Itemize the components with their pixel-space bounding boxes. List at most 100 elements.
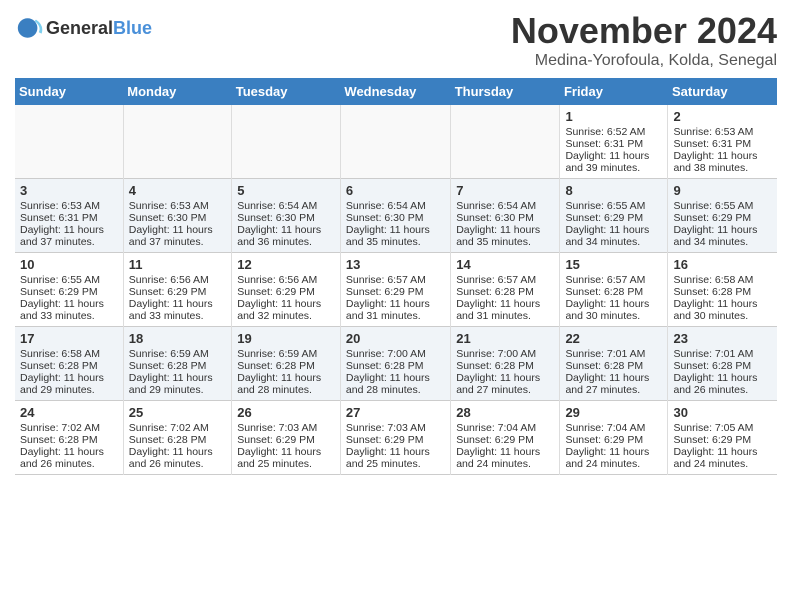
calendar-cell-1-2: 5 Sunrise: 6:54 AM Sunset: 6:30 PM Daylig… bbox=[232, 179, 341, 253]
day-number: 4 bbox=[129, 183, 226, 198]
day-info: Sunrise: 6:56 AM Sunset: 6:29 PM Dayligh… bbox=[129, 274, 213, 322]
header-saturday: Saturday bbox=[668, 78, 777, 105]
calendar-cell-3-6: 23 Sunrise: 7:01 AM Sunset: 6:28 PM Dayli… bbox=[668, 327, 777, 401]
calendar-table: Sunday Monday Tuesday Wednesday Thursday… bbox=[15, 78, 777, 475]
calendar-row-4: 24 Sunrise: 7:02 AM Sunset: 6:28 PM Dayli… bbox=[15, 401, 777, 475]
day-info: Sunrise: 6:53 AM Sunset: 6:30 PM Dayligh… bbox=[129, 200, 213, 248]
day-info: Sunrise: 7:02 AM Sunset: 6:28 PM Dayligh… bbox=[129, 422, 213, 470]
logo-icon bbox=[15, 14, 43, 42]
day-number: 26 bbox=[237, 405, 335, 420]
day-number: 27 bbox=[346, 405, 445, 420]
header-wednesday: Wednesday bbox=[340, 78, 450, 105]
day-info: Sunrise: 6:52 AM Sunset: 6:31 PM Dayligh… bbox=[565, 126, 649, 174]
calendar-body: 1 Sunrise: 6:52 AM Sunset: 6:31 PM Daylig… bbox=[15, 105, 777, 475]
day-number: 12 bbox=[237, 257, 335, 272]
calendar-cell-2-5: 15 Sunrise: 6:57 AM Sunset: 6:28 PM Dayli… bbox=[560, 253, 668, 327]
day-number: 11 bbox=[129, 257, 226, 272]
calendar-cell-2-6: 16 Sunrise: 6:58 AM Sunset: 6:28 PM Dayli… bbox=[668, 253, 777, 327]
day-info: Sunrise: 7:00 AM Sunset: 6:28 PM Dayligh… bbox=[456, 348, 540, 396]
calendar-cell-3-1: 18 Sunrise: 6:59 AM Sunset: 6:28 PM Dayli… bbox=[123, 327, 231, 401]
day-info: Sunrise: 6:57 AM Sunset: 6:28 PM Dayligh… bbox=[456, 274, 540, 322]
logo-general: General bbox=[46, 18, 113, 38]
header-tuesday: Tuesday bbox=[232, 78, 341, 105]
day-info: Sunrise: 7:00 AM Sunset: 6:28 PM Dayligh… bbox=[346, 348, 430, 396]
calendar-row-0: 1 Sunrise: 6:52 AM Sunset: 6:31 PM Daylig… bbox=[15, 105, 777, 179]
calendar-cell-0-6: 2 Sunrise: 6:53 AM Sunset: 6:31 PM Daylig… bbox=[668, 105, 777, 179]
calendar-cell-1-4: 7Sunrise: 6:54 AM Sunset: 6:30 PM Daylig… bbox=[451, 179, 560, 253]
day-number: 30 bbox=[673, 405, 772, 420]
day-info: Sunrise: 6:55 AM Sunset: 6:29 PM Dayligh… bbox=[565, 200, 649, 248]
calendar-cell-0-4 bbox=[451, 105, 560, 179]
logo-blue: Blue bbox=[113, 18, 152, 38]
location-title: Medina-Yorofoula, Kolda, Senegal bbox=[511, 52, 777, 70]
day-number: 21 bbox=[456, 331, 554, 346]
calendar-cell-2-3: 13Sunrise: 6:57 AM Sunset: 6:29 PM Dayli… bbox=[340, 253, 450, 327]
day-number: 3 bbox=[20, 183, 118, 198]
calendar-cell-0-1 bbox=[123, 105, 231, 179]
day-number: 20 bbox=[346, 331, 445, 346]
day-number: 13 bbox=[346, 257, 445, 272]
calendar-cell-2-1: 11 Sunrise: 6:56 AM Sunset: 6:29 PM Dayli… bbox=[123, 253, 231, 327]
day-info: Sunrise: 6:57 AM Sunset: 6:28 PM Dayligh… bbox=[565, 274, 649, 322]
calendar-cell-2-0: 10Sunrise: 6:55 AM Sunset: 6:29 PM Dayli… bbox=[15, 253, 123, 327]
calendar-cell-0-2 bbox=[232, 105, 341, 179]
logo: GeneralBlue bbox=[15, 14, 152, 42]
day-number: 15 bbox=[565, 257, 662, 272]
day-number: 18 bbox=[129, 331, 226, 346]
day-info: Sunrise: 7:05 AM Sunset: 6:29 PM Dayligh… bbox=[673, 422, 757, 470]
header-sunday: Sunday bbox=[15, 78, 123, 105]
calendar-cell-0-0 bbox=[15, 105, 123, 179]
calendar-cell-1-1: 4 Sunrise: 6:53 AM Sunset: 6:30 PM Daylig… bbox=[123, 179, 231, 253]
calendar-cell-4-0: 24Sunrise: 7:02 AM Sunset: 6:28 PM Dayli… bbox=[15, 401, 123, 475]
calendar-cell-3-2: 19 Sunrise: 6:59 AM Sunset: 6:28 PM Dayli… bbox=[232, 327, 341, 401]
day-info: Sunrise: 6:54 AM Sunset: 6:30 PM Dayligh… bbox=[237, 200, 321, 248]
day-number: 6 bbox=[346, 183, 445, 198]
day-info: Sunrise: 6:56 AM Sunset: 6:29 PM Dayligh… bbox=[237, 274, 321, 322]
day-number: 22 bbox=[565, 331, 662, 346]
calendar-cell-0-3 bbox=[340, 105, 450, 179]
calendar-cell-3-5: 22Sunrise: 7:01 AM Sunset: 6:28 PM Dayli… bbox=[560, 327, 668, 401]
day-info: Sunrise: 7:03 AM Sunset: 6:29 PM Dayligh… bbox=[346, 422, 430, 470]
day-info: Sunrise: 6:55 AM Sunset: 6:29 PM Dayligh… bbox=[20, 274, 104, 322]
calendar-cell-2-2: 12 Sunrise: 6:56 AM Sunset: 6:29 PM Dayli… bbox=[232, 253, 341, 327]
calendar-cell-4-5: 29 Sunrise: 7:04 AM Sunset: 6:29 PM Dayli… bbox=[560, 401, 668, 475]
calendar-cell-4-4: 28Sunrise: 7:04 AM Sunset: 6:29 PM Dayli… bbox=[451, 401, 560, 475]
day-info: Sunrise: 6:53 AM Sunset: 6:31 PM Dayligh… bbox=[673, 126, 757, 174]
day-info: Sunrise: 7:01 AM Sunset: 6:28 PM Dayligh… bbox=[673, 348, 757, 396]
day-number: 24 bbox=[20, 405, 118, 420]
day-info: Sunrise: 6:53 AM Sunset: 6:31 PM Dayligh… bbox=[20, 200, 104, 248]
day-number: 5 bbox=[237, 183, 335, 198]
calendar-cell-4-1: 25 Sunrise: 7:02 AM Sunset: 6:28 PM Dayli… bbox=[123, 401, 231, 475]
day-info: Sunrise: 6:58 AM Sunset: 6:28 PM Dayligh… bbox=[673, 274, 757, 322]
calendar-cell-3-0: 17 Sunrise: 6:58 AM Sunset: 6:28 PM Dayli… bbox=[15, 327, 123, 401]
day-number: 19 bbox=[237, 331, 335, 346]
day-number: 17 bbox=[20, 331, 118, 346]
calendar-cell-0-5: 1 Sunrise: 6:52 AM Sunset: 6:31 PM Daylig… bbox=[560, 105, 668, 179]
day-number: 1 bbox=[565, 109, 662, 124]
calendar-cell-4-2: 26Sunrise: 7:03 AM Sunset: 6:29 PM Dayli… bbox=[232, 401, 341, 475]
day-number: 8 bbox=[565, 183, 662, 198]
header-row: Sunday Monday Tuesday Wednesday Thursday… bbox=[15, 78, 777, 105]
day-info: Sunrise: 7:04 AM Sunset: 6:29 PM Dayligh… bbox=[565, 422, 649, 470]
day-info: Sunrise: 6:59 AM Sunset: 6:28 PM Dayligh… bbox=[237, 348, 321, 396]
day-number: 9 bbox=[673, 183, 772, 198]
day-number: 28 bbox=[456, 405, 554, 420]
day-number: 2 bbox=[673, 109, 772, 124]
day-info: Sunrise: 6:58 AM Sunset: 6:28 PM Dayligh… bbox=[20, 348, 104, 396]
calendar-cell-4-3: 27 Sunrise: 7:03 AM Sunset: 6:29 PM Dayli… bbox=[340, 401, 450, 475]
day-number: 16 bbox=[673, 257, 772, 272]
calendar-cell-1-6: 9Sunrise: 6:55 AM Sunset: 6:29 PM Daylig… bbox=[668, 179, 777, 253]
day-info: Sunrise: 6:59 AM Sunset: 6:28 PM Dayligh… bbox=[129, 348, 213, 396]
header-thursday: Thursday bbox=[451, 78, 560, 105]
day-number: 7 bbox=[456, 183, 554, 198]
calendar-row-1: 3 Sunrise: 6:53 AM Sunset: 6:31 PM Daylig… bbox=[15, 179, 777, 253]
day-number: 29 bbox=[565, 405, 662, 420]
header-friday: Friday bbox=[560, 78, 668, 105]
calendar-cell-4-6: 30 Sunrise: 7:05 AM Sunset: 6:29 PM Dayli… bbox=[668, 401, 777, 475]
day-number: 23 bbox=[673, 331, 772, 346]
header: GeneralBlue November 2024 Medina-Yorofou… bbox=[15, 10, 777, 70]
day-info: Sunrise: 6:54 AM Sunset: 6:30 PM Dayligh… bbox=[346, 200, 430, 248]
day-number: 25 bbox=[129, 405, 226, 420]
day-number: 14 bbox=[456, 257, 554, 272]
calendar-cell-3-4: 21 Sunrise: 7:00 AM Sunset: 6:28 PM Dayli… bbox=[451, 327, 560, 401]
